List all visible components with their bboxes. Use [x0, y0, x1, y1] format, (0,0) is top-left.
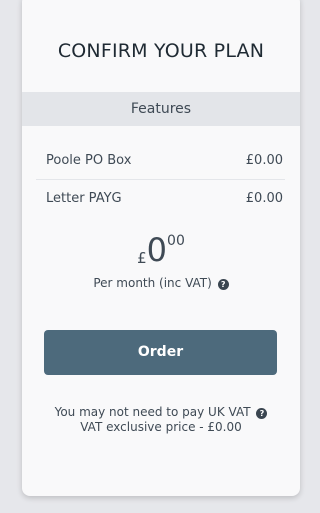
vat-note-line: You may not need to pay UK VAT ?: [22, 405, 300, 420]
vat-help-icon[interactable]: ?: [256, 408, 268, 419]
vat-note-text: You may not need to pay UK VAT: [54, 405, 251, 419]
price-currency: £: [137, 249, 147, 267]
page-title: CONFIRM YOUR PLAN: [57, 40, 265, 62]
price-amount: 0: [146, 231, 168, 269]
feature-price: £0.00: [245, 153, 283, 168]
feature-name: Poole PO Box: [46, 153, 132, 168]
vat-exclusive-price: VAT exclusive price - £0.00: [80, 420, 242, 434]
help-icon[interactable]: ?: [217, 279, 229, 290]
price-decimals: 00: [167, 233, 185, 249]
vat-note: You may not need to pay UK VAT ? VAT exc…: [22, 405, 300, 435]
feature-row-po-box: Poole PO Box £0.00: [36, 143, 285, 180]
order-button[interactable]: Order: [44, 330, 277, 375]
price-period-label: Per month (inc VAT): [93, 276, 212, 290]
feature-price: £0.00: [245, 191, 283, 206]
total-price: £000: [22, 232, 300, 268]
price-period: Per month (inc VAT) ?: [22, 276, 300, 290]
feature-row-letter-payg: Letter PAYG £0.00: [36, 181, 285, 217]
feature-name: Letter PAYG: [46, 191, 122, 206]
plan-card: CONFIRM YOUR PLAN Features Poole PO Box …: [22, 0, 300, 496]
features-header: Features: [22, 92, 300, 126]
